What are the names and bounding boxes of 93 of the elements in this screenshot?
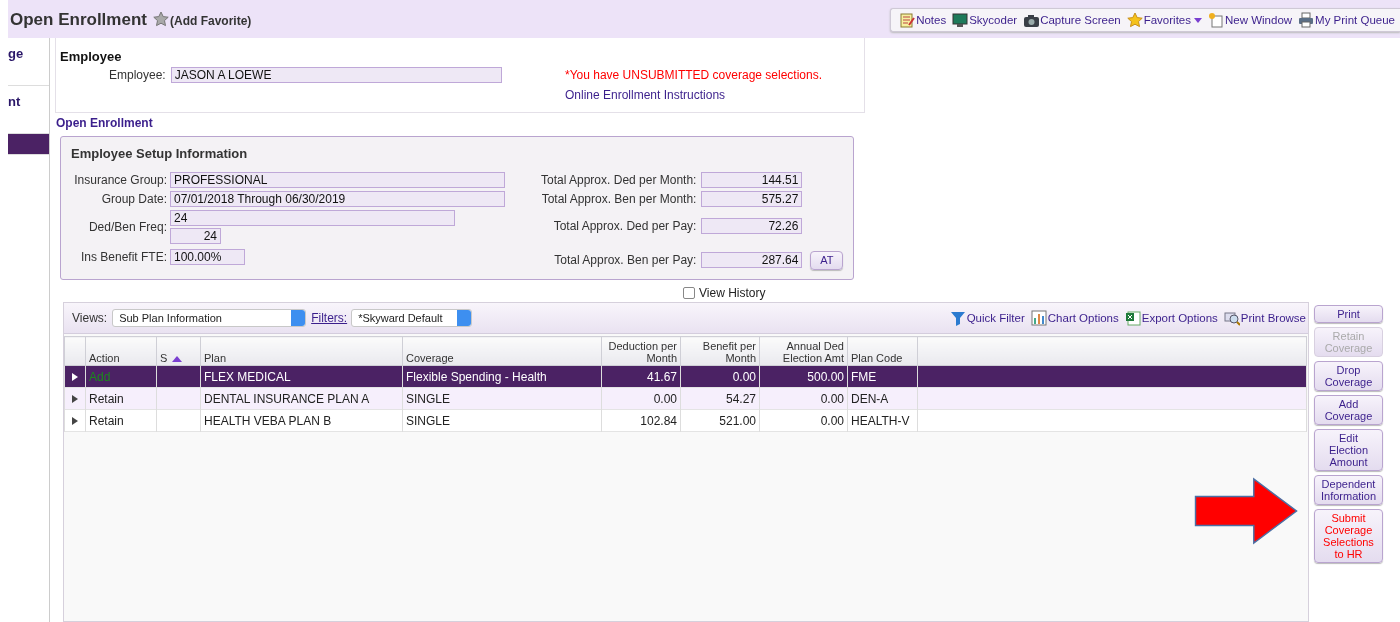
amount-field: 287.64 [701, 252, 803, 269]
checkbox[interactable] [683, 287, 695, 299]
amount-field: 72.26 [701, 217, 803, 234]
star-icon [152, 11, 169, 27]
toolbar-link[interactable]: Export Options [1141, 312, 1218, 324]
table-cell: DEN-A [847, 387, 918, 410]
table-cell: 54.27 [680, 387, 760, 410]
column-header[interactable]: S [156, 336, 201, 366]
action-button[interactable]: Submit Coverage Selections to HR [1314, 509, 1383, 563]
table-cell: DENTAL INSURANCE PLAN A [200, 387, 403, 410]
toolbar-link[interactable]: My Print Queue [1315, 14, 1395, 26]
toolbar-link[interactable]: Chart Options [1047, 312, 1119, 324]
toolbar-link[interactable]: New Window [1225, 14, 1293, 26]
field-label: Insurance Group: [73, 172, 167, 187]
toolbar-link[interactable]: Print Browse [1240, 312, 1306, 324]
warning-message: *You have UNSUBMITTED coverage selections. [565, 68, 822, 82]
toolbar-link[interactable]: Capture Screen [1040, 14, 1121, 26]
table-cell: 102.84 [601, 409, 681, 432]
table-cell: HEALTH-V [847, 409, 918, 432]
employee-label: Employee: [109, 68, 166, 82]
monitor-icon [952, 12, 969, 28]
table-cell: Retain [85, 387, 157, 410]
table-cell: FME [847, 365, 918, 388]
table-cell: Add [85, 365, 157, 388]
action-button[interactable]: Print [1314, 305, 1383, 323]
page-title: Open Enrollment [10, 10, 147, 30]
expand-icon[interactable] [72, 416, 78, 425]
table-row[interactable]: Retain HEALTH VEBA PLAN B SINGLE 102.84 521.00 0.00 HEALTH-V [64, 409, 1307, 432]
employee-heading: Employee [60, 49, 123, 64]
action-button[interactable]: Dependent Information [1314, 475, 1383, 505]
star-icon [1126, 12, 1143, 28]
table-cell: 500.00 [759, 365, 848, 388]
table-cell: SINGLE [402, 409, 602, 432]
checkbox-label: View History [699, 286, 766, 300]
field-label: Ins Benefit FTE: [79, 249, 167, 264]
spreadsheet-icon [1124, 310, 1141, 326]
table-cell: SINGLE [402, 387, 602, 410]
filters-select[interactable]: *Skyward Default [351, 309, 473, 327]
column-header[interactable]: Benefit per Month [680, 336, 760, 366]
bar-chart-icon [1030, 310, 1047, 326]
at-button[interactable]: AT [810, 250, 844, 270]
field-label: Total Approx. Ded per Pay: [553, 218, 697, 233]
window-icon [1208, 12, 1224, 28]
field-label: Ded/Ben Freq: [87, 220, 167, 235]
table-row[interactable]: Retain DENTAL INSURANCE PLAN A SINGLE 0.00 54.27 0.00 DEN-A [64, 387, 1307, 410]
column-header[interactable]: Coverage [402, 336, 602, 366]
amount-field: 144.51 [701, 171, 803, 188]
magnifier-icon [1223, 310, 1240, 326]
table-cell: 0.00 [759, 387, 848, 410]
nav-item[interactable]: ge [8, 38, 49, 86]
stepper-icon [291, 310, 306, 326]
field-label: Total Approx. Ben per Pay: [554, 253, 697, 268]
field-label: Group Date: [100, 191, 167, 206]
table-cell: 0.00 [680, 365, 760, 388]
toolbar-link[interactable]: Skycoder [969, 14, 1018, 26]
column-header[interactable]: Plan Code [847, 336, 918, 366]
table-row[interactable]: Add FLEX MEDICAL Flexible Spending - Health 41.67 0.00 500.00 FME [64, 365, 1307, 388]
table-cell: HEALTH VEBA PLAN B [200, 409, 403, 432]
notepad-icon [899, 12, 916, 28]
funnel-icon [949, 310, 966, 326]
column-header[interactable]: Action [85, 336, 157, 366]
field-label: Total Approx. Ded per Month: [541, 172, 697, 187]
table-cell: FLEX MEDICAL [200, 365, 403, 388]
panel-title: Employee Setup Information [71, 145, 249, 161]
table-cell: 0.00 [601, 387, 681, 410]
nav-item[interactable] [8, 134, 49, 155]
printer-icon [1298, 12, 1315, 28]
stepper-icon [457, 310, 472, 326]
action-button[interactable]: Drop Coverage [1314, 361, 1383, 391]
table-cell: 41.67 [601, 365, 681, 388]
add-favorite-link[interactable]: (Add Favorite) [169, 14, 252, 28]
views-label: Views: [72, 311, 108, 325]
toolbar-link[interactable]: Quick Filter [966, 312, 1025, 324]
column-header[interactable]: Deduction per Month [601, 336, 681, 366]
expand-icon[interactable] [72, 394, 78, 403]
column-header[interactable]: Annual Ded Election Amt [759, 336, 848, 366]
toolbar-link[interactable]: Favorites [1143, 14, 1191, 26]
instructions-link[interactable]: Online Enrollment Instructions [565, 88, 822, 102]
employee-field: JASON A LOEWE [170, 67, 502, 83]
action-button[interactable]: Add Coverage [1314, 395, 1383, 425]
toolbar-link[interactable]: Notes [916, 14, 947, 26]
table-cell: Retain [85, 409, 157, 432]
section-title: Open Enrollment [56, 115, 154, 130]
amount-field: 575.27 [701, 190, 803, 207]
table-cell: 0.00 [759, 409, 848, 432]
filters-link[interactable]: Filters: [311, 311, 348, 325]
views-select[interactable]: Sub Plan Information [112, 309, 307, 327]
table-cell: Flexible Spending - Health [402, 365, 602, 388]
action-button[interactable]: Edit Election Amount [1314, 429, 1383, 471]
field-label: Total Approx. Ben per Month: [541, 191, 697, 206]
table-cell: 521.00 [680, 409, 760, 432]
camera-icon [1023, 12, 1040, 28]
column-header[interactable]: Plan [200, 336, 403, 366]
